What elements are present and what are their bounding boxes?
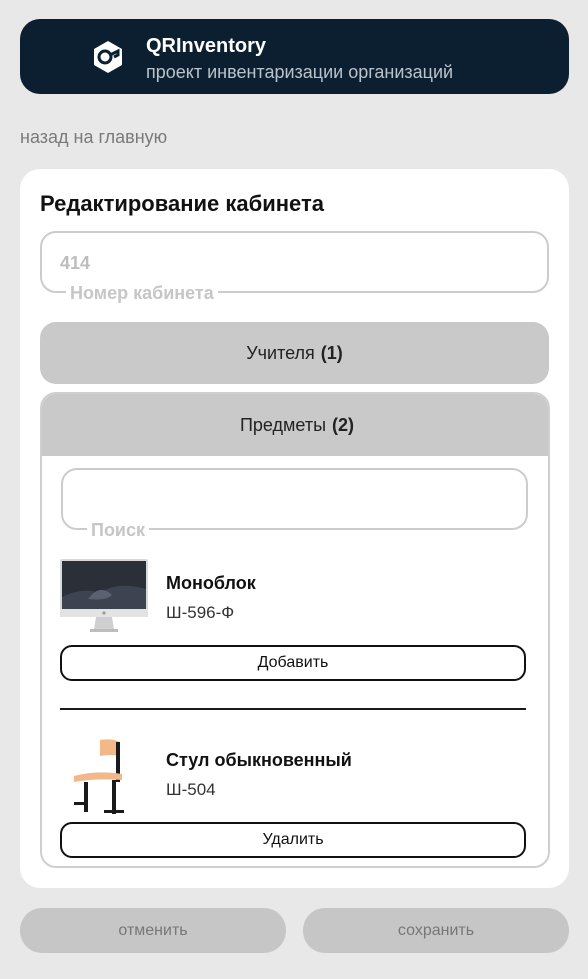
- app-name: QRInventory: [146, 35, 267, 57]
- list-item: Моноблок Ш-596-Ф Добавить: [60, 559, 530, 689]
- subjects-accordion-header[interactable]: Предметы (2): [42, 394, 548, 456]
- item-code: Ш-504: [166, 780, 216, 799]
- teachers-count: (1): [320, 342, 343, 363]
- room-number-field[interactable]: 414 Номер кабинета: [40, 231, 549, 303]
- app-header: QRInventory проект инвентаризации органи…: [20, 19, 569, 94]
- item-name: Моноблок: [166, 573, 256, 593]
- remove-item-button[interactable]: Удалить: [60, 822, 526, 858]
- subjects-count: (2): [332, 414, 355, 435]
- subjects-label: Предметы: [239, 414, 327, 435]
- page-title: Редактирование кабинета: [40, 191, 324, 216]
- room-number-label: Номер кабинета: [66, 283, 218, 303]
- item-code: Ш-596-Ф: [166, 603, 235, 622]
- search-label: Поиск: [87, 520, 150, 540]
- app-subtitle: проект инвентаризации организаций: [146, 62, 454, 82]
- chair-icon: [74, 739, 124, 814]
- save-button[interactable]: сохранить: [303, 908, 569, 953]
- back-to-home-link[interactable]: назад на главную: [20, 127, 167, 148]
- cancel-button[interactable]: отменить: [20, 908, 286, 953]
- search-input[interactable]: Поиск: [61, 468, 528, 540]
- subjects-accordion: Предметы (2) Поиск Моноблок Ш-596-Ф Доба…: [40, 392, 550, 868]
- item-divider: [60, 708, 526, 710]
- edit-room-card: Редактирование кабинета 414 Номер кабине…: [20, 169, 569, 888]
- room-number-value: 414: [60, 253, 91, 273]
- item-name: Стул обыкновенный: [166, 750, 352, 770]
- add-item-button[interactable]: Добавить: [60, 645, 526, 681]
- hexagon-key-icon: [94, 41, 122, 73]
- teachers-label: Учителя: [246, 342, 315, 363]
- imac-icon: [60, 559, 148, 632]
- teachers-accordion[interactable]: Учителя (1): [40, 322, 549, 384]
- list-item: Стул обыкновенный Ш-504 Удалить: [60, 736, 530, 866]
